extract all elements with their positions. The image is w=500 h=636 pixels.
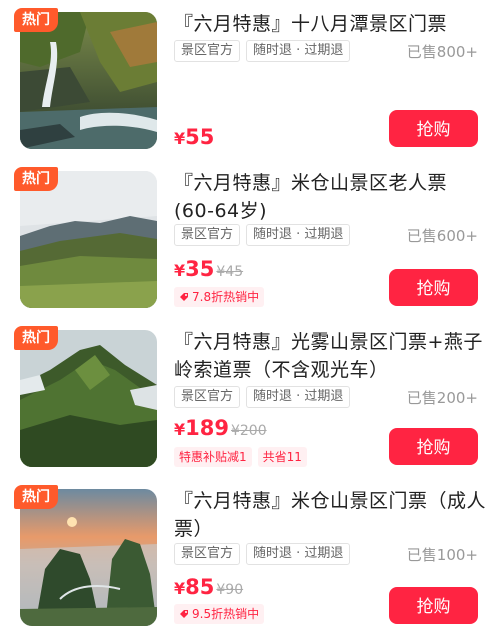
- tag-refund: 随时退 · 过期退: [246, 386, 351, 408]
- original-price: ¥45: [216, 264, 244, 280]
- ticket-title[interactable]: 『六月特惠』米仓山景区老人票(60-64岁): [174, 169, 486, 225]
- ticket-card[interactable]: 热门 『六月特惠』米仓山景区老人票(60-64岁) 景区官方 随时退 · 过期退…: [0, 159, 500, 318]
- tag-official: 景区官方: [174, 224, 241, 246]
- promo-row: 特惠补贴减1 共省11: [174, 447, 307, 467]
- price: 55: [185, 125, 215, 149]
- tag-list: 景区官方 随时退 · 过期退: [174, 224, 351, 246]
- sunset-peak-photo[interactable]: [20, 489, 157, 626]
- savings-badge: 共省11: [257, 447, 307, 467]
- ticket-card[interactable]: 热门 『六月特惠』十八月潭景区门票 景区官方 随时退 · 过期退 已售800+ …: [0, 0, 500, 159]
- ticket-title[interactable]: 『六月特惠』米仓山景区门票（成人票）: [174, 487, 486, 543]
- price: 85: [185, 575, 215, 599]
- hot-badge: 热门: [14, 8, 58, 32]
- tag-list: 景区官方 随时退 · 过期退: [174, 386, 351, 408]
- discount-badge: 7.8折热销中: [174, 287, 265, 307]
- ticket-title[interactable]: 『六月特惠』光雾山景区门票+燕子岭索道票（不含观光车）: [174, 328, 486, 384]
- sold-count: 已售100+: [406, 546, 478, 564]
- currency-symbol: ¥: [174, 261, 186, 280]
- hot-badge: 热门: [14, 326, 58, 350]
- price-tag-icon: [180, 293, 188, 301]
- tag-list: 景区官方 随时退 · 过期退: [174, 40, 351, 62]
- price-row: ¥ 55: [174, 125, 214, 151]
- currency-symbol: ¥: [174, 129, 186, 148]
- original-price: ¥200: [230, 423, 267, 439]
- promo-row: 9.5折热销中: [174, 604, 265, 624]
- price: 35: [185, 257, 215, 281]
- buy-button[interactable]: 抢购: [389, 269, 478, 306]
- mountain-ridge-photo[interactable]: [20, 171, 157, 308]
- discount-badge: 9.5折热销中: [174, 604, 265, 624]
- tag-refund: 随时退 · 过期退: [246, 224, 351, 246]
- price-row: ¥ 35 ¥45: [174, 257, 243, 283]
- price: 189: [185, 416, 229, 440]
- buy-button[interactable]: 抢购: [389, 110, 478, 147]
- ticket-card[interactable]: 热门 『六月特惠』光雾山景区门票+燕子岭索道票（不含观光车） 景区官方 随时退 …: [0, 318, 500, 477]
- currency-symbol: ¥: [174, 420, 186, 439]
- subsidy-badge: 特惠补贴减1: [174, 447, 252, 467]
- sold-count: 已售800+: [406, 43, 478, 61]
- discount-text: 7.8折热销中: [192, 290, 260, 304]
- promo-row: 7.8折热销中: [174, 287, 265, 307]
- tag-list: 景区官方 随时退 · 过期退: [174, 543, 351, 565]
- sold-count: 已售600+: [406, 227, 478, 245]
- hot-badge: 热门: [14, 485, 58, 509]
- ticket-card[interactable]: 热门 『六月特惠』米仓山景区门票（成人票） 景区官方 随时退 · 过期退 已售1…: [0, 477, 500, 636]
- price-tag-icon: [180, 610, 188, 618]
- ticket-title[interactable]: 『六月特惠』十八月潭景区门票: [174, 10, 486, 38]
- tag-official: 景区官方: [174, 386, 241, 408]
- sold-count: 已售200+: [406, 389, 478, 407]
- price-row: ¥ 189 ¥200: [174, 416, 267, 442]
- green-peak-photo[interactable]: [20, 330, 157, 467]
- discount-text: 9.5折热销中: [192, 607, 260, 621]
- hot-badge: 热门: [14, 167, 58, 191]
- price-row: ¥ 85 ¥90: [174, 575, 243, 601]
- tag-refund: 随时退 · 过期退: [246, 543, 351, 565]
- ticket-list: 热门 『六月特惠』十八月潭景区门票 景区官方 随时退 · 过期退 已售800+ …: [0, 0, 500, 636]
- buy-button[interactable]: 抢购: [389, 587, 478, 624]
- waterfall-photo[interactable]: [20, 12, 157, 149]
- tag-official: 景区官方: [174, 40, 241, 62]
- tag-refund: 随时退 · 过期退: [246, 40, 351, 62]
- currency-symbol: ¥: [174, 579, 186, 598]
- buy-button[interactable]: 抢购: [389, 428, 478, 465]
- tag-official: 景区官方: [174, 543, 241, 565]
- original-price: ¥90: [216, 582, 244, 598]
